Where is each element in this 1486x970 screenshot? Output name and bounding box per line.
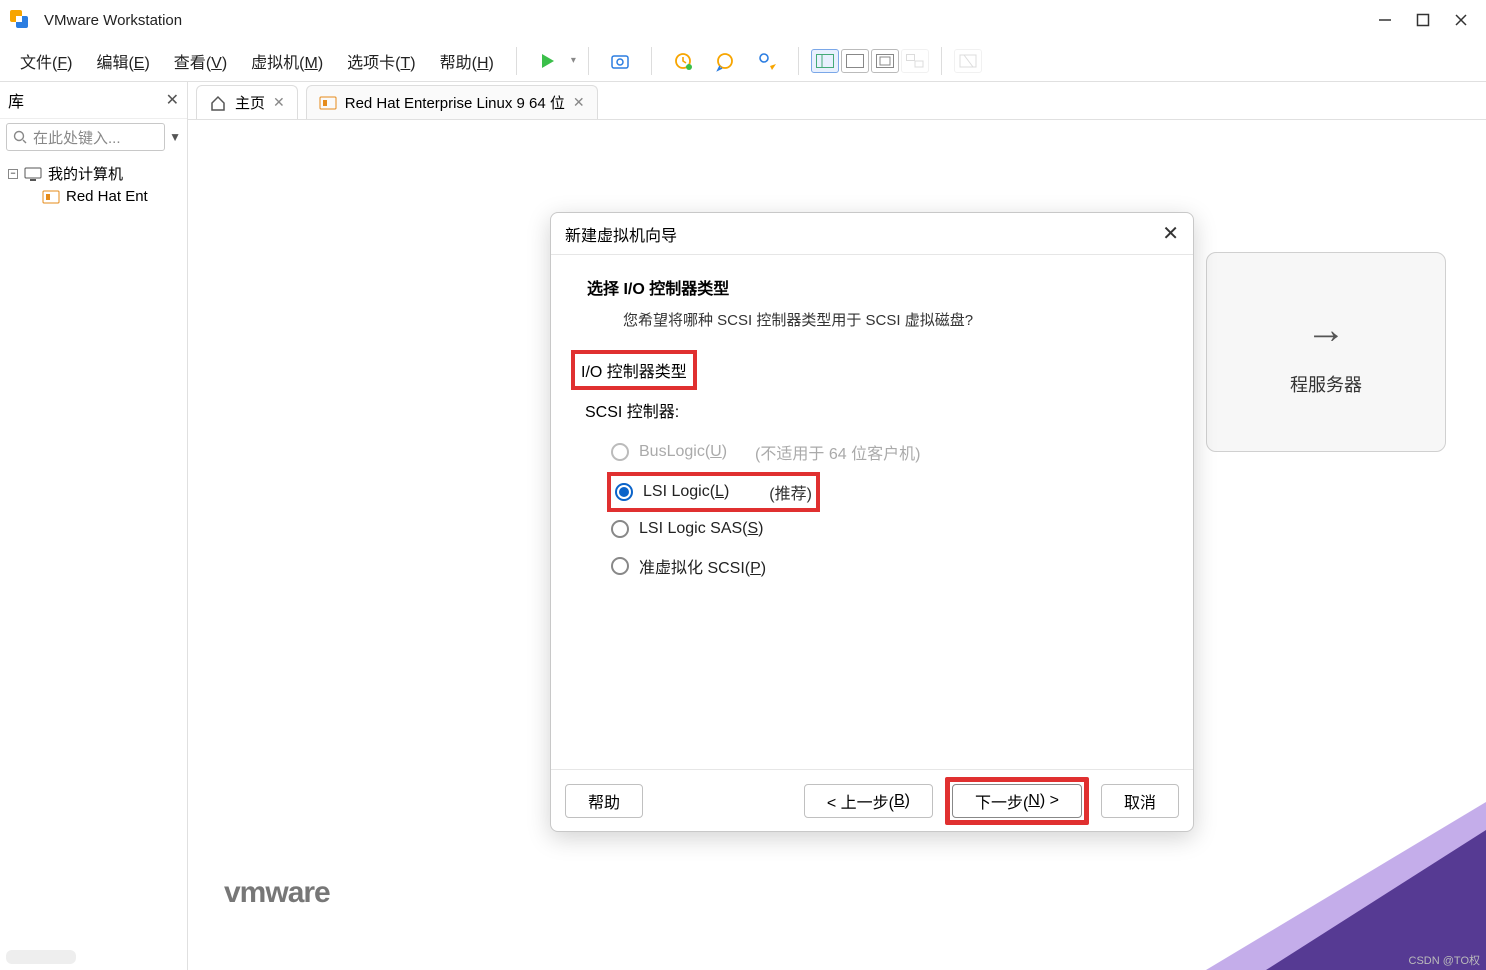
view-split-icon[interactable]	[811, 49, 839, 73]
help-button[interactable]: 帮助	[565, 784, 643, 818]
maximize-button[interactable]	[1414, 11, 1432, 29]
view-single-icon[interactable]	[841, 49, 869, 73]
decor-triangle	[1266, 830, 1486, 970]
radio-icon	[611, 443, 629, 461]
dialog-footer: 帮助 < 上一步(B) 下一步(N) > 取消	[551, 769, 1193, 831]
close-button[interactable]	[1452, 11, 1470, 29]
separator	[651, 47, 652, 75]
tab-vm-label: Red Hat Enterprise Linux 9 64 位	[345, 92, 565, 113]
radio-buslogic-label: BusLogic(U)	[639, 443, 727, 461]
radio-icon[interactable]	[615, 483, 633, 501]
dialog-close-icon[interactable]: ✕	[1162, 221, 1179, 246]
radio-lsilogic[interactable]: LSI Logic(L) (推荐)	[607, 472, 820, 512]
tab-close-icon[interactable]: ✕	[273, 94, 285, 111]
radio-buslogic-hint: (不适用于 64 位客户机)	[755, 440, 920, 464]
window-controls	[1376, 11, 1478, 29]
next-button[interactable]: 下一步(N) >	[952, 784, 1082, 818]
search-icon	[13, 130, 27, 144]
view-fullscreen-icon[interactable]	[871, 49, 899, 73]
tree-item-redhat[interactable]: Red Hat Ent	[4, 186, 183, 207]
view-mode-group	[811, 49, 929, 73]
radio-lsisas-label: LSI Logic SAS(S)	[639, 520, 764, 538]
connect-remote-label: 程服务器	[1290, 371, 1362, 397]
back-button[interactable]: < 上一步(B)	[804, 784, 933, 818]
main-area: 主页 ✕ Red Hat Enterprise Linux 9 64 位 ✕ →…	[188, 82, 1486, 970]
library-title: 库	[8, 88, 166, 112]
tree-root-my-computer[interactable]: − 我的计算机	[4, 161, 183, 186]
menu-vm[interactable]: 虚拟机(M)	[241, 43, 333, 79]
dropdown-caret-icon[interactable]: ▾	[571, 55, 576, 66]
tab-close-icon[interactable]: ✕	[573, 94, 585, 111]
separator	[941, 47, 942, 75]
scsi-controller-label: SCSI 控制器:	[571, 390, 1173, 432]
snapshot-take-icon[interactable]	[670, 48, 696, 74]
menubar: 文件(F) 编辑(E) 查看(V) 虚拟机(M) 选项卡(T) 帮助(H) ▾	[0, 40, 1486, 82]
library-tree: − 我的计算机 Red Hat Ent	[0, 155, 187, 213]
scrollbar-horizontal[interactable]	[6, 950, 76, 964]
minimize-button[interactable]	[1376, 11, 1394, 29]
separator	[588, 47, 589, 75]
computer-icon	[24, 167, 42, 181]
tab-home[interactable]: 主页 ✕	[196, 85, 298, 119]
menu-view[interactable]: 查看(V)	[164, 43, 237, 79]
tree-root-label: 我的计算机	[48, 163, 123, 184]
radio-buslogic: BusLogic(U) (不适用于 64 位客户机)	[571, 432, 1173, 472]
tab-home-label: 主页	[235, 92, 265, 113]
menu-help[interactable]: 帮助(H)	[430, 43, 504, 79]
dialog-subheading: 您希望将哪种 SCSI 控制器类型用于 SCSI 虚拟磁盘?	[571, 305, 1173, 350]
library-close-icon[interactable]: ✕	[166, 90, 179, 110]
tree-item-label: Red Hat Ent	[66, 188, 148, 205]
titlebar: VMware Workstation	[0, 0, 1486, 40]
vmware-logo-icon	[8, 8, 32, 32]
new-vm-wizard-dialog: 新建虚拟机向导 ✕ 选择 I/O 控制器类型 您希望将哪种 SCSI 控制器类型…	[550, 212, 1194, 832]
tabbar: 主页 ✕ Red Hat Enterprise Linux 9 64 位 ✕	[188, 82, 1486, 120]
window-title: VMware Workstation	[44, 12, 1376, 29]
cancel-button[interactable]: 取消	[1101, 784, 1179, 818]
radio-icon[interactable]	[611, 520, 629, 538]
view-unity-icon[interactable]	[901, 49, 929, 73]
search-placeholder: 在此处键入...	[33, 127, 121, 148]
tab-vm-redhat[interactable]: Red Hat Enterprise Linux 9 64 位 ✕	[306, 85, 598, 119]
vm-icon	[319, 96, 337, 110]
snapshot-manage-icon[interactable]	[754, 48, 780, 74]
next-button-highlight: 下一步(N) >	[945, 777, 1089, 825]
radio-lsilogic-hint: (推荐)	[769, 480, 812, 504]
arrow-right-icon: →	[1306, 308, 1346, 353]
io-controller-section-label: I/O 控制器类型	[571, 350, 697, 390]
menu-edit[interactable]: 编辑(E)	[86, 43, 159, 79]
menu-file[interactable]: 文件(F)	[10, 43, 82, 79]
dialog-heading: 选择 I/O 控制器类型	[571, 269, 1173, 305]
vm-icon	[42, 190, 60, 204]
radio-icon[interactable]	[611, 557, 629, 575]
radio-lsilogic-label: LSI Logic(L)	[643, 483, 729, 501]
dialog-title: 新建虚拟机向导	[565, 222, 1162, 246]
vmware-wordmark: vmware	[224, 876, 330, 910]
separator	[516, 47, 517, 75]
menu-tabs[interactable]: 选项卡(T)	[337, 43, 425, 79]
library-search-input[interactable]: 在此处键入...	[6, 123, 165, 151]
connect-remote-card[interactable]: → 程服务器	[1206, 252, 1446, 452]
radio-pvscsi[interactable]: 准虚拟化 SCSI(P)	[571, 546, 1173, 586]
home-icon	[209, 94, 227, 112]
library-sidebar: 库 ✕ 在此处键入... ▼ − 我的计算机 Red Hat Ent	[0, 82, 188, 970]
radio-lsisas[interactable]: LSI Logic SAS(S)	[571, 512, 1173, 546]
power-play-icon[interactable]	[535, 48, 561, 74]
search-dropdown-icon[interactable]: ▼	[169, 130, 181, 144]
stretch-guest-icon[interactable]	[954, 49, 982, 73]
radio-pvscsi-label: 准虚拟化 SCSI(P)	[639, 554, 766, 578]
snapshot-icon[interactable]	[607, 48, 633, 74]
collapse-icon[interactable]: −	[8, 169, 18, 179]
separator	[798, 47, 799, 75]
watermark: CSDN @TO权	[1409, 952, 1480, 968]
snapshot-revert-icon[interactable]	[712, 48, 738, 74]
